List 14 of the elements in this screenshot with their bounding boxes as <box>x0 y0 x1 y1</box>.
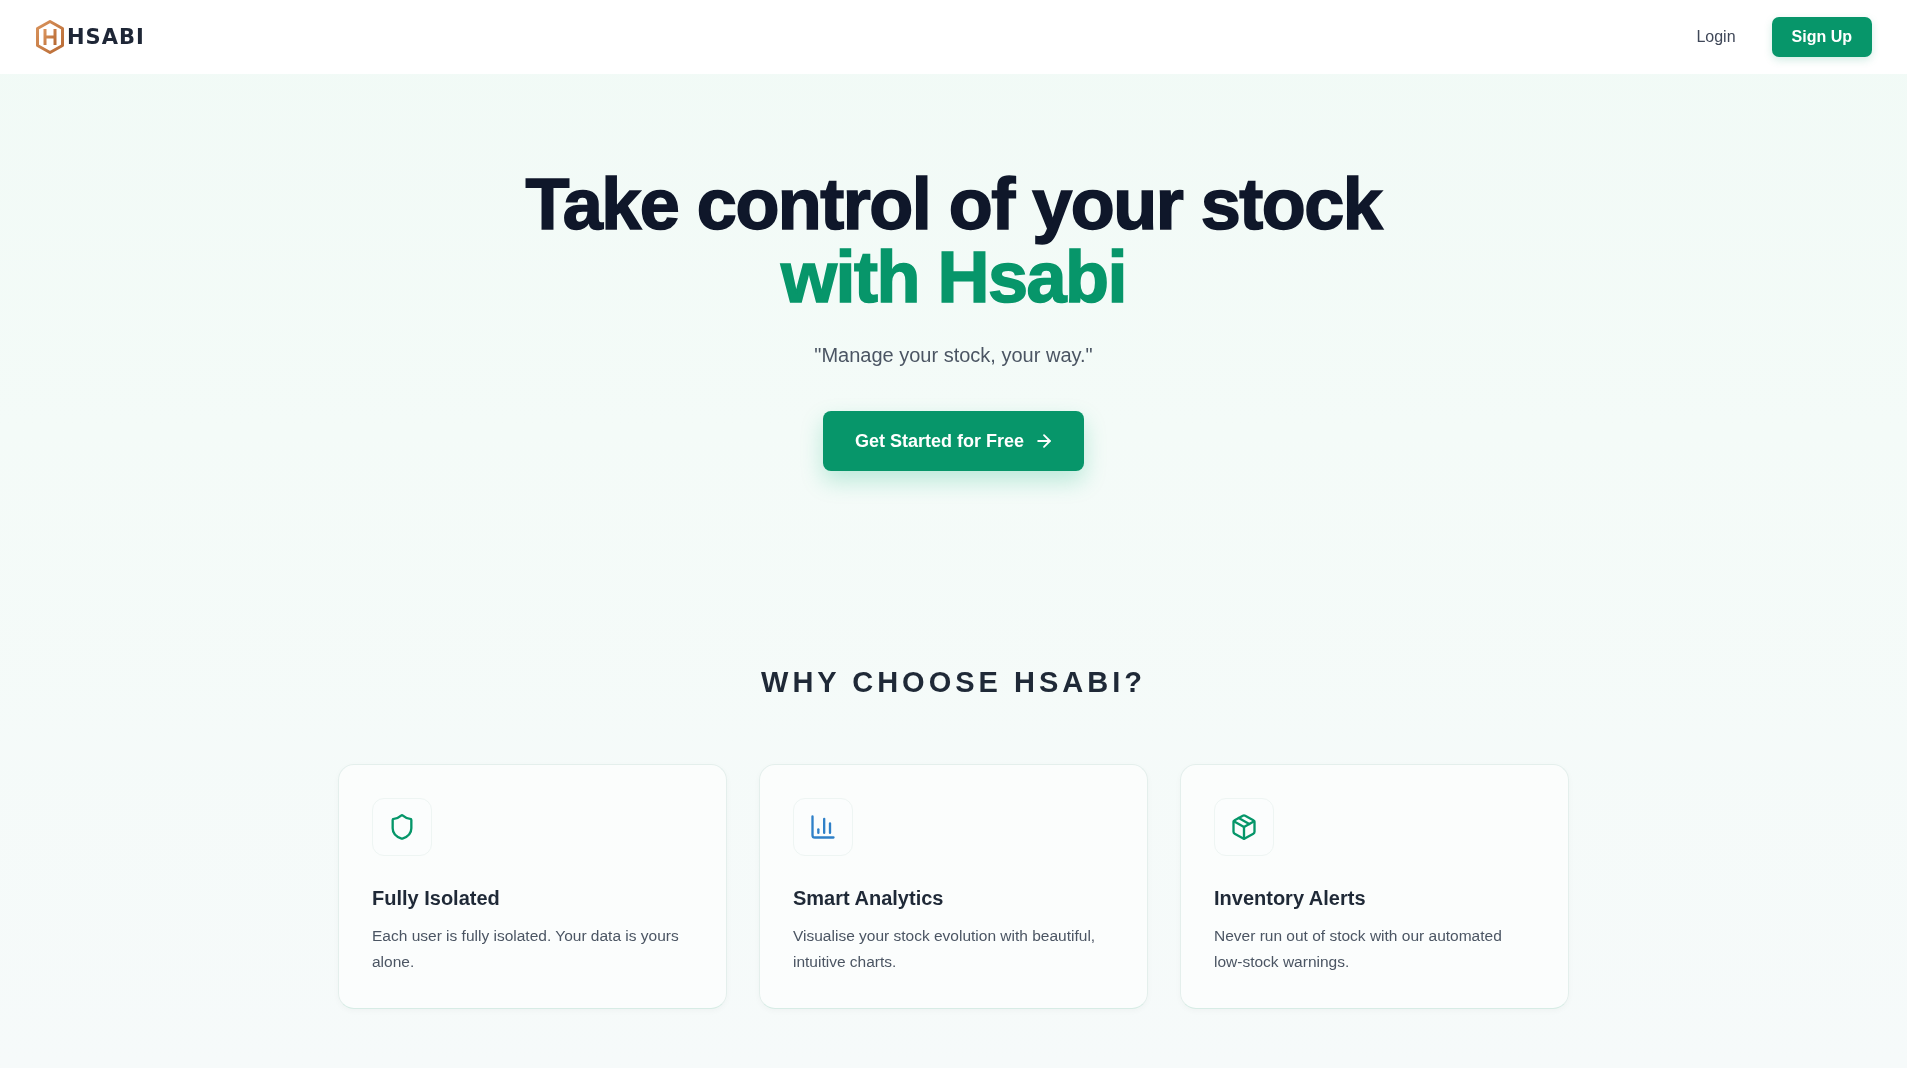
login-link[interactable]: Login <box>1696 28 1736 46</box>
feature-description: Never run out of stock with our automated low-stock warnings. <box>1214 926 1503 972</box>
arrow-right-icon <box>1034 431 1054 451</box>
sign-up-button[interactable]: Sign Up <box>1771 17 1872 57</box>
logo-icon <box>35 20 65 54</box>
get-started-button[interactable]: Get Started for Free <box>822 411 1084 471</box>
feature-description: Visualise your stock evolution with beautiful, intuitive charts. <box>793 926 1097 972</box>
hero-tagline: "Manage your stock, your way." <box>814 343 1093 368</box>
feature-description: Each user is fully isolated. Your data is yours alone. <box>372 926 680 972</box>
logo-wordmark: HSABI <box>67 25 145 49</box>
feature-title: Inventory Alerts <box>1214 886 1366 911</box>
feature-title: Smart Analytics <box>793 886 944 911</box>
section-heading: WHY CHOOSE HSABI? <box>761 665 1146 700</box>
feature-title: Fully Isolated <box>372 886 500 911</box>
